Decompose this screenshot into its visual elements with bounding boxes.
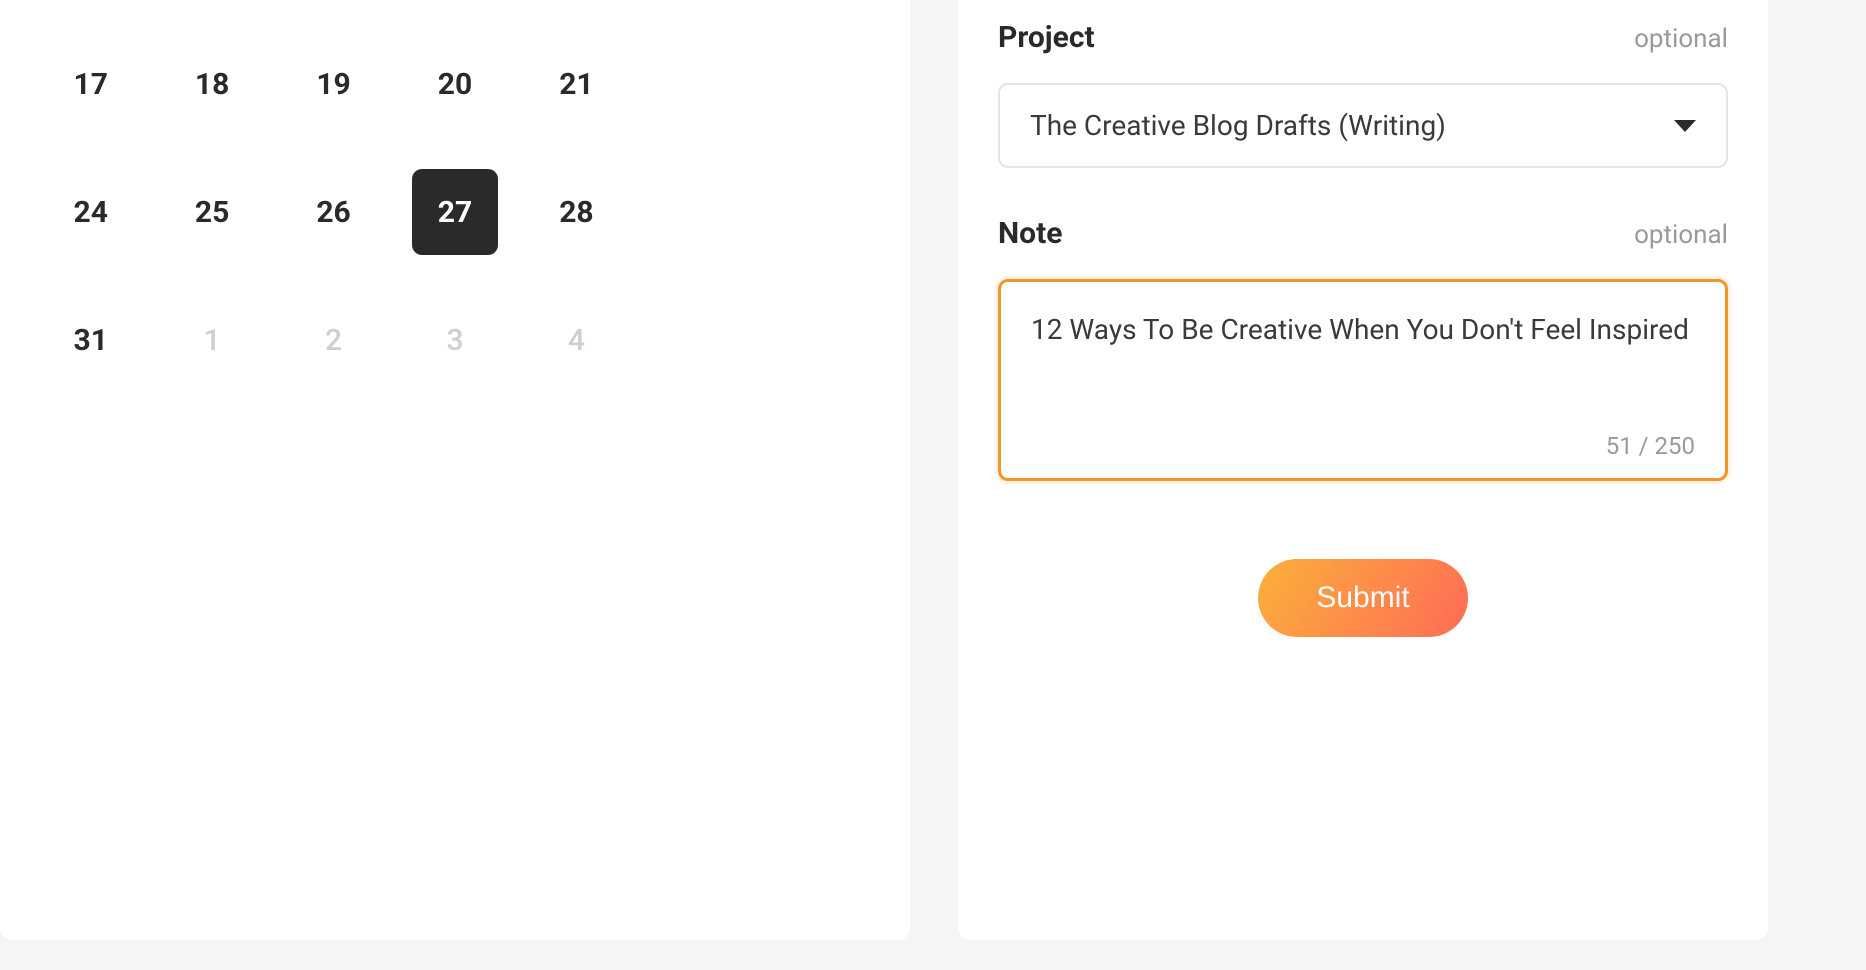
project-select[interactable]: The Creative Blog Drafts (Writing): [998, 83, 1728, 168]
note-optional: optional: [1634, 220, 1728, 250]
calendar-day-number: 28: [559, 195, 593, 230]
calendar-day[interactable]: 26: [273, 148, 394, 276]
calendar-day[interactable]: 17: [30, 20, 151, 148]
calendar-cell-empty: [759, 148, 880, 276]
calendar-day-number: 1: [204, 323, 221, 358]
calendar-day-number: 25: [195, 195, 229, 230]
note-box: 51 / 250: [998, 279, 1728, 481]
calendar-day[interactable]: 18: [151, 20, 272, 148]
note-char-counter: 51 / 250: [1031, 432, 1695, 460]
form-panel: Project optional The Creative Blog Draft…: [958, 0, 1768, 940]
note-textarea[interactable]: [1031, 310, 1695, 420]
note-label: Note: [998, 216, 1062, 251]
note-field-header: Note optional: [998, 216, 1728, 251]
calendar-day-number: 3: [446, 323, 463, 358]
project-field: Project optional The Creative Blog Draft…: [998, 20, 1728, 168]
calendar-day-number: 27: [412, 169, 498, 255]
calendar-cell-empty: [759, 20, 880, 148]
project-optional: optional: [1634, 24, 1728, 54]
calendar-cell-empty: [637, 276, 758, 404]
calendar-day-number: 4: [568, 323, 585, 358]
calendar-day-number: 24: [73, 195, 107, 230]
calendar-day[interactable]: 25: [151, 148, 272, 276]
calendar-day[interactable]: 4: [516, 276, 637, 404]
calendar-day[interactable]: 31: [30, 276, 151, 404]
calendar-day[interactable]: 1: [151, 276, 272, 404]
calendar-day[interactable]: 27: [394, 148, 515, 276]
calendar-grid: 17 18 19 20 21 24 25 26 27 28 31 1 2 3 4: [30, 20, 880, 404]
calendar-cell-empty: [637, 148, 758, 276]
calendar-day-number: 18: [195, 67, 229, 102]
calendar-cell-empty: [637, 20, 758, 148]
calendar-day-number: 21: [559, 67, 593, 102]
calendar-day[interactable]: 3: [394, 276, 515, 404]
submit-button[interactable]: Submit: [1258, 559, 1467, 637]
calendar-day-number: 31: [73, 323, 107, 358]
submit-wrap: Submit: [998, 559, 1728, 637]
calendar-day-number: 19: [316, 67, 350, 102]
note-field: Note optional 51 / 250: [998, 216, 1728, 481]
calendar-panel: 17 18 19 20 21 24 25 26 27 28 31 1 2 3 4: [0, 0, 910, 940]
project-select-value: The Creative Blog Drafts (Writing): [1030, 109, 1446, 142]
calendar-day-number: 17: [73, 67, 107, 102]
calendar-day[interactable]: 21: [516, 20, 637, 148]
calendar-day-number: 26: [316, 195, 350, 230]
calendar-day[interactable]: 24: [30, 148, 151, 276]
calendar-day-number: 20: [438, 67, 472, 102]
chevron-down-icon: [1674, 120, 1696, 132]
calendar-day-number: 2: [325, 323, 342, 358]
calendar-day[interactable]: 20: [394, 20, 515, 148]
calendar-day[interactable]: 2: [273, 276, 394, 404]
calendar-cell-empty: [759, 276, 880, 404]
project-label: Project: [998, 20, 1095, 55]
calendar-day[interactable]: 28: [516, 148, 637, 276]
project-field-header: Project optional: [998, 20, 1728, 55]
calendar-day[interactable]: 19: [273, 20, 394, 148]
